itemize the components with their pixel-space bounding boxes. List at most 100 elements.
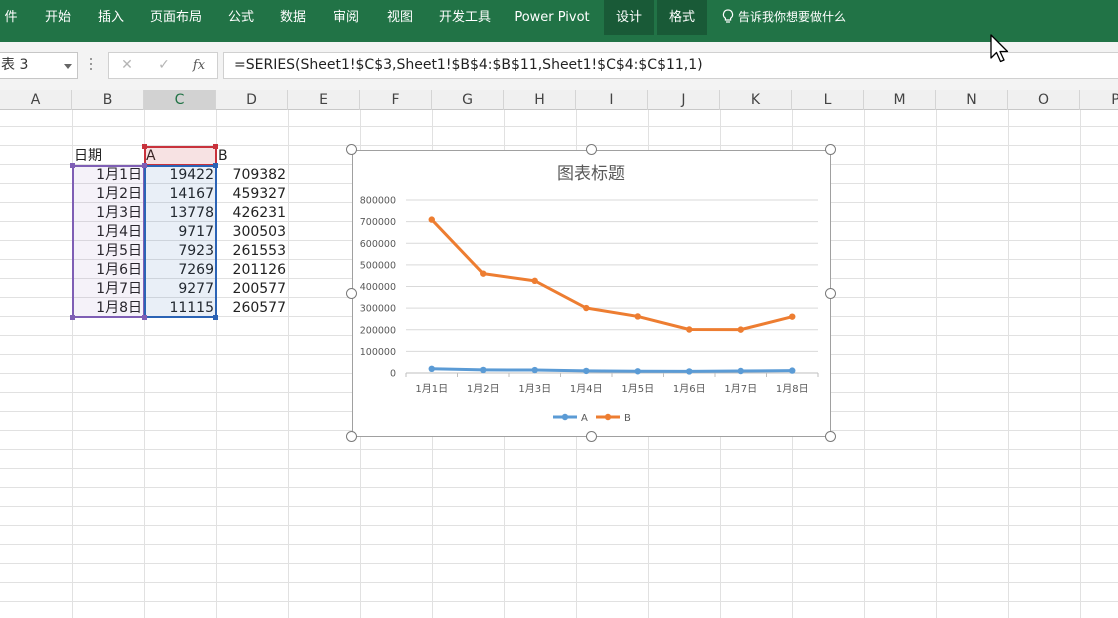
column-header-h[interactable]: H: [504, 90, 576, 110]
column-header-k[interactable]: K: [720, 90, 792, 110]
column-header-n[interactable]: N: [936, 90, 1008, 110]
tab-data[interactable]: 数据: [270, 0, 316, 35]
resize-handle[interactable]: [825, 144, 836, 155]
column-header-j[interactable]: J: [648, 90, 720, 110]
tab-power-pivot[interactable]: Power Pivot: [507, 0, 597, 35]
range-handle[interactable]: [213, 315, 218, 320]
values-range: [144, 165, 217, 318]
x-tick-label: 1月8日: [776, 383, 809, 395]
resize-handle[interactable]: [586, 144, 597, 155]
resize-handle[interactable]: [346, 288, 357, 299]
formula-buttons: ✕ ✓ fx: [108, 52, 218, 79]
range-handle[interactable]: [70, 315, 75, 320]
data-point: [480, 366, 487, 374]
resize-handle[interactable]: [346, 431, 357, 442]
table-cell[interactable]: 709382: [216, 166, 288, 185]
range-handle[interactable]: [213, 144, 218, 149]
column-header-p[interactable]: P: [1080, 90, 1118, 110]
grid-row-line: [0, 468, 1118, 469]
tab-file[interactable]: 件: [0, 0, 22, 35]
y-tick-label: 200000: [360, 325, 396, 336]
column-header-o[interactable]: O: [1008, 90, 1080, 110]
column-header-i[interactable]: I: [576, 90, 648, 110]
drag-handle-icon[interactable]: [89, 56, 93, 76]
data-point: [686, 368, 693, 375]
insert-function-icon[interactable]: fx: [187, 53, 211, 78]
cancel-icon[interactable]: ✕: [115, 53, 139, 78]
tab-home[interactable]: 开始: [35, 0, 81, 35]
grid-row-line: [0, 126, 1118, 127]
grid-col-line: [1008, 110, 1009, 618]
table-cell[interactable]: 260577: [216, 299, 288, 318]
data-point: [789, 367, 796, 374]
tab-view[interactable]: 视图: [377, 0, 423, 35]
legend-label: B: [624, 413, 631, 424]
grid-col-line: [936, 110, 937, 618]
y-tick-label: 100000: [360, 347, 396, 358]
tab-review[interactable]: 审阅: [323, 0, 369, 35]
tab-chart-design[interactable]: 设计: [604, 0, 654, 35]
column-header-l[interactable]: L: [792, 90, 864, 110]
formula-input[interactable]: =SERIES(Sheet1!$C$3,Sheet1!$B$4:$B$11,Sh…: [223, 52, 1118, 79]
tab-page-layout[interactable]: 页面布局: [140, 0, 212, 35]
data-point: [634, 313, 641, 320]
tell-me-search[interactable]: 告诉我你想要做什么: [722, 0, 846, 35]
table-cell[interactable]: 201126: [216, 261, 288, 280]
resize-handle[interactable]: [346, 144, 357, 155]
column-header-a[interactable]: A: [0, 90, 72, 110]
tab-chart-format[interactable]: 格式: [657, 0, 707, 35]
range-handle[interactable]: [142, 163, 147, 168]
tab-formulas[interactable]: 公式: [218, 0, 264, 35]
column-header-c[interactable]: C: [144, 90, 216, 110]
ribbon-tabs: 件 开始 插入 页面布局 公式 数据 审阅 视图 开发工具 Power Pivo…: [0, 0, 1118, 42]
range-handle[interactable]: [70, 163, 75, 168]
data-point: [583, 304, 590, 312]
formula-bar: 表 3 ✕ ✓ fx =SERIES(Sheet1!$C$3,Sheet1!$B…: [0, 42, 1118, 90]
resize-handle[interactable]: [825, 288, 836, 299]
column-header-g[interactable]: G: [432, 90, 504, 110]
y-tick-label: 500000: [360, 260, 396, 271]
line-chart[interactable]: 图表标题 0 100000 200000 300000 400000 500000 60000…: [352, 150, 831, 437]
table-header-cell[interactable]: B: [218, 147, 288, 166]
grid-row-line: [0, 525, 1118, 526]
mouse-cursor-icon: [990, 34, 1009, 63]
grid-col-line: [288, 110, 289, 618]
column-header-f[interactable]: F: [360, 90, 432, 110]
y-tick-label: 0: [390, 369, 396, 380]
name-box[interactable]: 表 3: [0, 52, 78, 79]
range-handle[interactable]: [142, 144, 147, 149]
column-header-e[interactable]: E: [288, 90, 360, 110]
x-tick-label: 1月7日: [724, 383, 757, 395]
range-handle[interactable]: [213, 163, 218, 168]
table-cell[interactable]: 261553: [216, 242, 288, 261]
data-point: [583, 367, 590, 375]
confirm-icon[interactable]: ✓: [152, 53, 176, 78]
series-name-range: [144, 146, 217, 166]
table-cell[interactable]: 459327: [216, 185, 288, 204]
column-headers: ABCDEFGHIJKLMNOP: [0, 90, 1118, 110]
grid-col-line: [1080, 110, 1081, 618]
legend-marker: [604, 413, 612, 421]
x-tick-label: 1月2日: [467, 383, 500, 395]
table-header-cell[interactable]: 日期: [74, 147, 144, 166]
legend-label: A: [581, 413, 588, 424]
tab-developer[interactable]: 开发工具: [429, 0, 501, 35]
resize-handle[interactable]: [586, 431, 597, 442]
chevron-down-icon[interactable]: [64, 64, 72, 69]
resize-handle[interactable]: [825, 431, 836, 442]
grid-row-line: [0, 544, 1118, 545]
grid-row-line: [0, 563, 1118, 564]
table-cell[interactable]: 300503: [216, 223, 288, 242]
column-header-b[interactable]: B: [72, 90, 144, 110]
data-point: [480, 270, 487, 277]
tab-insert[interactable]: 插入: [88, 0, 134, 35]
x-tick-label: 1月4日: [570, 383, 603, 395]
column-header-d[interactable]: D: [216, 90, 288, 110]
column-header-m[interactable]: M: [864, 90, 936, 110]
legend-marker: [561, 413, 569, 421]
table-cell[interactable]: 426231: [216, 204, 288, 223]
grid-row-line: [0, 601, 1118, 602]
chart-plot: 图表标题 0 100000 200000 300000 400000 500000 60000…: [360, 164, 819, 424]
range-handle[interactable]: [142, 315, 147, 320]
table-cell[interactable]: 200577: [216, 280, 288, 299]
